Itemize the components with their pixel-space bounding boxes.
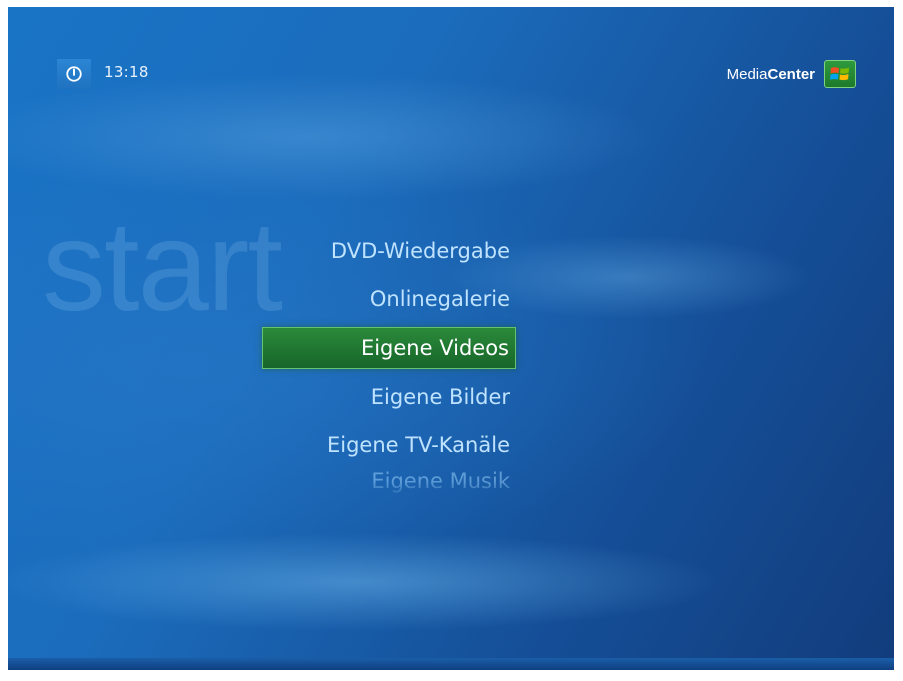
menu-item-eigene-tv-kanaele[interactable]: Eigene TV-Kanäle xyxy=(262,421,516,469)
start-watermark: start xyxy=(42,195,283,338)
bottom-band xyxy=(8,658,894,670)
power-button[interactable] xyxy=(57,59,91,89)
menu-item-eigene-bilder[interactable]: Eigene Bilder xyxy=(262,373,516,421)
brand-part-center: Center xyxy=(767,65,815,83)
media-center-brand: MediaCenter xyxy=(727,60,856,88)
windows-flag-icon xyxy=(824,60,856,88)
menu-item-dvd-wiedergabe[interactable]: DVD-Wiedergabe xyxy=(262,227,516,275)
start-menu: DVD-Wiedergabe Onlinegalerie Eigene Vide… xyxy=(262,227,516,499)
brand-part-media: Media xyxy=(726,65,768,83)
menu-item-eigene-musik[interactable]: Eigene Musik xyxy=(262,469,516,499)
menu-item-eigene-videos[interactable]: Eigene Videos xyxy=(262,327,516,369)
clock: 13:18 xyxy=(104,63,149,81)
menu-item-onlinegalerie[interactable]: Onlinegalerie xyxy=(262,275,516,323)
brand-text: MediaCenter xyxy=(727,66,815,83)
media-center-screen: 13:18 MediaCenter start DVD-Wiedergabe O… xyxy=(8,7,894,670)
power-icon xyxy=(66,66,82,82)
